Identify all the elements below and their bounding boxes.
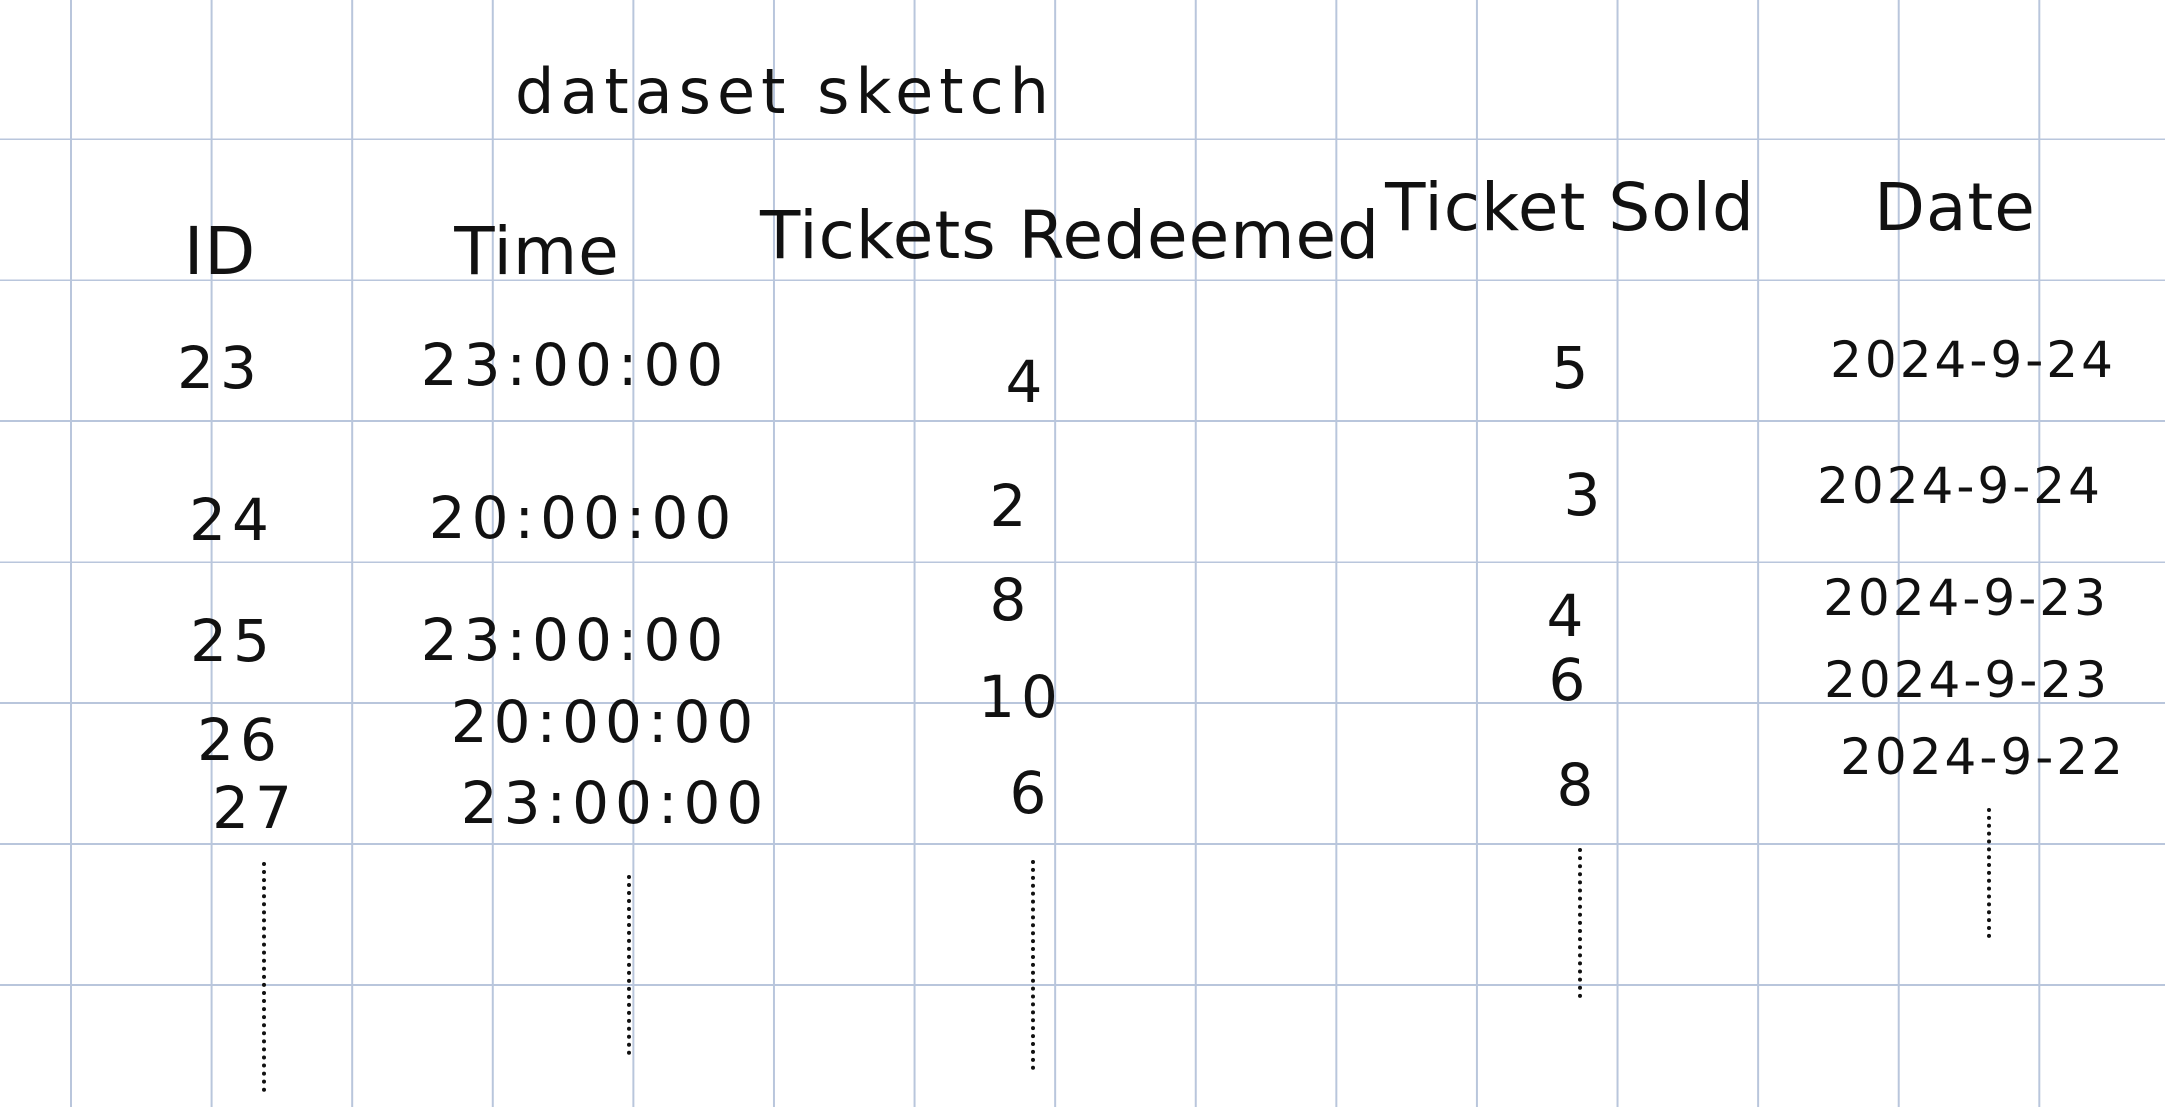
sketch-title: dataset sketch: [515, 55, 1055, 128]
table-cell: 4: [1546, 582, 1590, 650]
table-cell: 3: [1563, 461, 1607, 529]
column-header-tickets-redeemed: Tickets Redeemed: [759, 197, 1381, 274]
table-cell: 2024-9-23: [1824, 651, 2110, 709]
column-header-time: Time: [454, 213, 620, 290]
continuation-mark: [1987, 808, 1994, 938]
column-header-ticket-sold: Ticket Sold: [1385, 169, 1755, 246]
table-cell: 6: [1009, 759, 1053, 827]
table-cell: 10: [978, 663, 1064, 731]
table-cell: 4: [1005, 348, 1049, 416]
table-cell: 8: [1556, 751, 1600, 819]
table-cell: 2: [989, 472, 1033, 540]
table-cell: 20:00:00: [450, 688, 760, 756]
table-cell: 20:00:00: [428, 484, 738, 552]
table-cell: 24: [189, 486, 275, 554]
continuation-mark: [1031, 860, 1038, 1070]
table-cell: 26: [197, 706, 283, 774]
table-cell: 2024-9-23: [1823, 569, 2109, 627]
continuation-mark: [262, 862, 269, 1092]
table-cell: 23:00:00: [420, 606, 730, 674]
table-cell: 23:00:00: [420, 331, 730, 399]
continuation-mark: [627, 875, 634, 1055]
table-cell: 2024-9-24: [1830, 331, 2116, 389]
table-cell: 6: [1548, 646, 1592, 714]
table-cell: 27: [212, 774, 298, 842]
table-cell: 23:00:00: [460, 769, 770, 837]
continuation-mark: [1578, 848, 1585, 998]
table-cell: 25: [190, 607, 276, 675]
table-cell: 23: [177, 334, 263, 402]
table-cell: 5: [1551, 334, 1595, 402]
column-header-id: ID: [183, 213, 257, 290]
table-cell: 8: [989, 566, 1033, 634]
table-cell: 2024-9-24: [1817, 457, 2103, 515]
table-cell: 2024-9-22: [1840, 728, 2126, 786]
notebook-page: dataset sketch ID Time Tickets Redeemed …: [0, 0, 2165, 1107]
column-header-date: Date: [1874, 169, 2036, 246]
